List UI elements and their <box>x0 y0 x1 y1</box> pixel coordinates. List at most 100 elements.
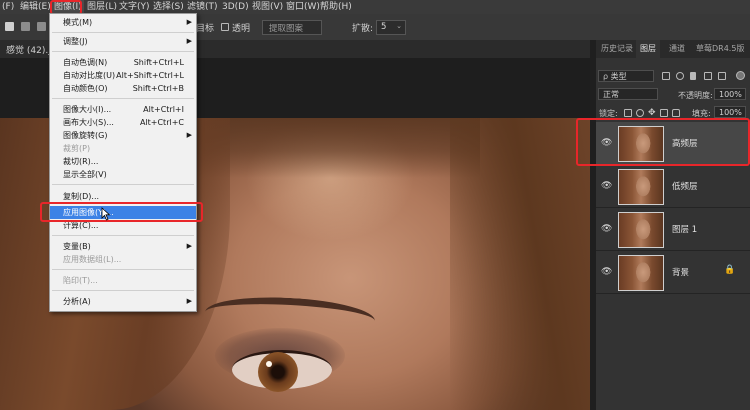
transparent-checkbox[interactable] <box>221 23 229 31</box>
submenu-arrow-icon: ▶ <box>186 18 192 26</box>
photo-iris <box>258 352 298 392</box>
layer-row-background[interactable]: 👁 背景 🔒 <box>596 251 750 294</box>
menu-separator <box>52 32 194 33</box>
menu-3d[interactable]: 3D(D) <box>222 0 249 14</box>
submenu-arrow-icon: ▶ <box>186 131 192 139</box>
filter-shape-icon[interactable] <box>704 72 712 80</box>
visibility-eye-icon[interactable]: 👁 <box>601 181 612 191</box>
photo-catchlight <box>266 361 272 367</box>
menu-item-shortcut: Alt+Shift+Ctrl+L <box>116 71 184 80</box>
submenu-arrow-icon: ▶ <box>186 297 192 305</box>
add-selection-icon[interactable] <box>21 22 30 31</box>
visibility-eye-icon[interactable]: 👁 <box>601 224 612 234</box>
transparent-label: 透明 <box>232 24 251 34</box>
filter-type-icon[interactable] <box>690 72 696 80</box>
filter-adjustment-icon[interactable] <box>676 72 684 80</box>
menu-separator <box>52 184 194 185</box>
annotation-box-apply-image <box>40 202 203 222</box>
layer-name: 低频层 <box>672 182 698 192</box>
layers-panel: 历史记录 图层 通道 草莓DR4.5版 ρ 类型 正常 不透明度: 100% 锁… <box>596 40 750 410</box>
menu-layer[interactable]: 图层(L) <box>87 0 117 14</box>
menu-item-label: 模式(M) <box>63 18 93 27</box>
menu-window[interactable]: 窗口(W) <box>286 0 320 14</box>
image-menu-dropdown: 模式(M) ▶ 调整(J) ▶ 自动色调(N) Shift+Ctrl+L 自动对… <box>49 13 197 312</box>
opacity-label: 不透明度: <box>678 91 713 100</box>
opacity-value: 100% <box>719 90 742 99</box>
new-selection-icon[interactable] <box>5 22 14 31</box>
layer-row-layer-1[interactable]: 👁 图层 1 <box>596 208 750 251</box>
menu-item-crop: 裁剪(P) <box>50 142 196 155</box>
menu-file[interactable]: (F) <box>2 0 14 14</box>
menu-item-label: 自动对比度(U) <box>63 71 116 80</box>
menu-item-variables[interactable]: 变量(B) ▶ <box>50 240 196 253</box>
fill-value: 100% <box>719 108 742 117</box>
panel-tab-bar: 历史记录 图层 通道 草莓DR4.5版 <box>596 40 750 58</box>
menu-item-trim[interactable]: 裁切(R)... <box>50 155 196 168</box>
layer-row-low-frequency[interactable]: 👁 低频层 <box>596 165 750 208</box>
menu-select[interactable]: 选择(S) <box>153 0 184 14</box>
lock-all-icon[interactable] <box>672 109 680 117</box>
tab-plugin[interactable]: 草莓DR4.5版 <box>694 40 746 58</box>
blend-mode-value: 正常 <box>603 90 619 99</box>
lock-transparent-icon[interactable] <box>624 109 632 117</box>
menu-item-mode[interactable]: 模式(M) ▶ <box>50 16 196 29</box>
visibility-eye-icon[interactable]: 👁 <box>601 267 612 277</box>
menu-edit[interactable]: 编辑(E) <box>20 0 51 14</box>
blend-row: 正常 不透明度: 100% <box>596 86 750 102</box>
menu-filter[interactable]: 滤镜(T) <box>187 0 218 14</box>
menu-item-label: 显示全部(V) <box>63 170 107 179</box>
menu-item-image-rotation[interactable]: 图像旋转(G) ▶ <box>50 129 196 142</box>
menu-item-shortcut: Alt+Ctrl+C <box>139 118 184 127</box>
menu-type[interactable]: 文字(Y) <box>119 0 150 14</box>
menu-item-auto-tone[interactable]: 自动色调(N) Shift+Ctrl+L <box>50 56 196 69</box>
annotation-box-selected-layer <box>576 118 750 166</box>
extract-pattern-button[interactable]: 提取图案 <box>262 20 322 35</box>
opacity-input[interactable]: 100% <box>714 88 746 100</box>
filter-smart-object-icon[interactable] <box>718 72 726 80</box>
tab-channels[interactable]: 通道 <box>666 40 688 58</box>
menu-item-reveal-all[interactable]: 显示全部(V) <box>50 168 196 181</box>
lock-artboard-icon[interactable] <box>660 109 668 117</box>
spread-label: 扩散: <box>352 24 374 34</box>
spread-value: 5 <box>381 22 387 32</box>
layer-thumbnail <box>618 212 664 248</box>
filter-pixel-icon[interactable] <box>662 72 670 80</box>
menu-item-adjustments[interactable]: 调整(J) ▶ <box>50 35 196 48</box>
layer-filter-kind-select[interactable]: ρ 类型 <box>598 70 654 82</box>
menu-item-canvas-size[interactable]: 画布大小(S)... Alt+Ctrl+C <box>50 116 196 129</box>
menu-item-auto-color[interactable]: 自动颜色(O) Shift+Ctrl+B <box>50 82 196 95</box>
spread-select[interactable]: 5 ⌄ <box>376 20 406 35</box>
menu-item-auto-contrast[interactable]: 自动对比度(U) Alt+Shift+Ctrl+L <box>50 69 196 82</box>
menu-separator <box>52 269 194 270</box>
blend-mode-select[interactable]: 正常 <box>598 88 658 100</box>
target-label[interactable]: 目标 <box>196 21 214 34</box>
menu-item-label: 画布大小(S)... <box>63 118 114 127</box>
lock-image-icon[interactable] <box>636 109 644 117</box>
menu-item-label: 自动色调(N) <box>63 58 108 67</box>
search-icon: ρ <box>603 72 609 81</box>
layer-thumbnail <box>618 255 664 291</box>
lock-icon: 🔒 <box>724 265 736 275</box>
menu-item-label: 陷印(T)... <box>63 276 98 285</box>
subtract-selection-icon[interactable] <box>37 22 46 31</box>
menu-separator <box>52 98 194 99</box>
layer-name: 背景 <box>672 268 690 278</box>
menu-item-image-size[interactable]: 图像大小(I)... Alt+Ctrl+I <box>50 103 196 116</box>
menu-item-label: 裁剪(P) <box>63 144 91 153</box>
layer-filter-kind-value: 类型 <box>610 72 627 81</box>
photo-hair-right <box>450 118 590 410</box>
tab-history[interactable]: 历史记录 <box>598 40 636 58</box>
menu-bar: (F) 编辑(E) 图像(I) 图层(L) 文字(Y) 选择(S) 滤镜(T) … <box>0 0 750 14</box>
filter-toggle-icon[interactable] <box>736 71 745 80</box>
menu-item-label: 自动颜色(O) <box>63 84 108 93</box>
menu-separator <box>52 290 194 291</box>
tab-layers[interactable]: 图层 <box>636 40 660 58</box>
menu-help[interactable]: 帮助(H) <box>320 0 352 14</box>
menu-view[interactable]: 视图(V) <box>252 0 283 14</box>
menu-item-analysis[interactable]: 分析(A) ▶ <box>50 295 196 308</box>
fill-input[interactable]: 100% <box>714 106 746 118</box>
lock-position-icon[interactable]: ✥ <box>648 109 656 118</box>
menu-item-trap: 陷印(T)... <box>50 274 196 287</box>
layer-name: 图层 1 <box>672 225 698 235</box>
submenu-arrow-icon: ▶ <box>186 37 192 45</box>
